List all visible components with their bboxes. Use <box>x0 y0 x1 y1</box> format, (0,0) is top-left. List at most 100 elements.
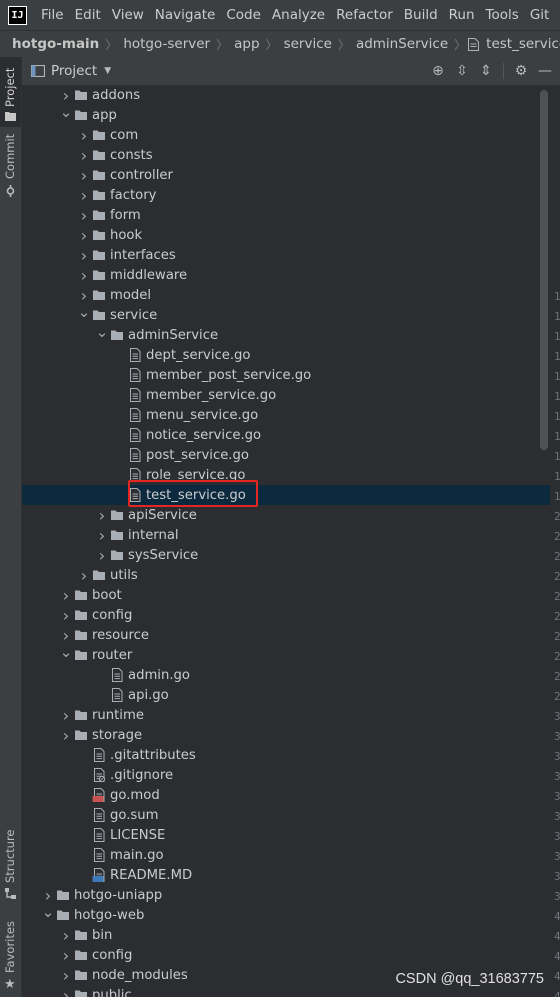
tree-folder-row[interactable]: ⌄ app <box>22 103 550 125</box>
menu-run[interactable]: Run <box>444 7 481 23</box>
chevron-right-icon[interactable]: › <box>58 986 74 997</box>
tree-folder-row[interactable]: › consts <box>22 145 550 165</box>
breadcrumb-item[interactable]: adminService <box>352 36 452 52</box>
tree-folder-row[interactable]: › com <box>22 125 550 145</box>
chevron-down-icon[interactable]: ⌄ <box>58 643 74 661</box>
menu-view[interactable]: View <box>107 7 150 23</box>
tree-folder-row[interactable]: › boot <box>22 585 550 605</box>
chevron-right-icon[interactable]: › <box>58 706 74 725</box>
tree-folder-row[interactable]: › runtime <box>22 705 550 725</box>
tree-file-row[interactable]: ›go.mod <box>22 785 550 805</box>
tree-scrollbar[interactable] <box>540 90 548 450</box>
tree-folder-row[interactable]: › factory <box>22 185 550 205</box>
gear-icon[interactable]: ⚙ <box>514 63 528 79</box>
chevron-right-icon[interactable]: › <box>76 146 92 165</box>
expand-all-icon[interactable]: ⇳ <box>455 63 469 79</box>
tree-folder-row[interactable]: › form <box>22 205 550 225</box>
menu-tools[interactable]: Tools <box>481 7 525 23</box>
tree-file-row[interactable]: ›member_service.go <box>22 385 550 405</box>
tree-folder-row[interactable]: › sysService <box>22 545 550 565</box>
tree-folder-row[interactable]: › config <box>22 945 550 965</box>
locate-icon[interactable]: ⊕ <box>431 63 445 79</box>
tree-file-row[interactable]: ›role_service.go <box>22 465 550 485</box>
tree-file-row[interactable]: ›.gitattributes <box>22 745 550 765</box>
breadcrumb-item[interactable]: app <box>230 36 263 52</box>
breadcrumb-item[interactable]: hotgo-server <box>119 36 214 52</box>
tree-folder-row[interactable]: ⌄ router <box>22 643 550 665</box>
tree-folder-row[interactable]: › apiService <box>22 505 550 525</box>
chevron-right-icon[interactable]: › <box>76 246 92 265</box>
menu-window[interactable]: Window <box>555 7 560 23</box>
tree-file-row[interactable]: ›LICENSE <box>22 825 550 845</box>
breadcrumb-item[interactable]: test_service.go <box>468 36 560 52</box>
tree-folder-row[interactable]: › resource <box>22 625 550 645</box>
menu-analyze[interactable]: Analyze <box>267 7 331 23</box>
tree-folder-row[interactable]: › interfaces <box>22 245 550 265</box>
tree-item-label: hotgo-uniapp <box>74 887 163 903</box>
tree-file-row[interactable]: ›.gitignore <box>22 765 550 785</box>
menu-navigate[interactable]: Navigate <box>150 7 222 23</box>
tree-folder-row[interactable]: ⌄ adminService <box>22 323 550 345</box>
menu-bar: IJ File Edit View Navigate Code Analyze Refact… <box>0 0 560 30</box>
tree-file-row[interactable]: ›README.MD <box>22 865 550 885</box>
chevron-down-icon[interactable]: ⌄ <box>76 303 92 321</box>
chevron-right-icon[interactable]: › <box>76 166 92 185</box>
commit-tool-button[interactable]: Commit <box>0 134 21 201</box>
structure-tool-button[interactable]: Structure <box>0 827 21 902</box>
chevron-down-icon[interactable]: ⌄ <box>94 323 110 341</box>
tree-file-row[interactable]: ›main.go <box>22 845 550 865</box>
breadcrumb-item[interactable]: hotgo-main <box>0 36 103 52</box>
menu-refactor[interactable]: Refactor <box>331 7 399 23</box>
menu-file[interactable]: File <box>36 7 70 23</box>
chevron-right-icon[interactable]: › <box>94 526 110 545</box>
chevron-right-icon[interactable]: › <box>76 186 92 205</box>
chevron-right-icon[interactable]: › <box>94 546 110 565</box>
minimize-icon[interactable]: — <box>538 63 552 79</box>
tree-folder-row[interactable]: › hotgo-uniapp <box>22 885 550 905</box>
chevron-right-icon[interactable]: › <box>76 126 92 145</box>
chevron-right-icon[interactable]: › <box>58 606 74 625</box>
chevron-right-icon[interactable]: › <box>76 206 92 225</box>
chevron-right-icon[interactable]: › <box>58 966 74 985</box>
tree-folder-row[interactable]: › storage <box>22 725 550 745</box>
chevron-right-icon[interactable]: › <box>94 506 110 525</box>
chevron-right-icon[interactable]: › <box>58 726 74 745</box>
tree-folder-row[interactable]: › addons <box>22 85 550 105</box>
project-tool-button[interactable]: Project <box>0 57 21 127</box>
tree-folder-row[interactable]: › utils <box>22 565 550 585</box>
menu-git[interactable]: Git <box>525 7 556 23</box>
tree-folder-row[interactable]: › hook <box>22 225 550 245</box>
chevron-right-icon[interactable]: › <box>76 226 92 245</box>
chevron-right-icon[interactable]: › <box>58 946 74 965</box>
tree-file-row[interactable]: ›test_service.go <box>22 485 550 505</box>
tree-file-row[interactable]: ›go.sum <box>22 805 550 825</box>
favorites-tool-button[interactable]: Favorites ★ <box>0 915 21 995</box>
breadcrumb-item[interactable]: service <box>280 36 336 52</box>
tree-file-row[interactable]: ›api.go <box>22 685 550 705</box>
tree-file-row[interactable]: ›menu_service.go <box>22 405 550 425</box>
chevron-down-icon[interactable]: ⌄ <box>58 103 74 121</box>
tree-folder-row[interactable]: › bin <box>22 925 550 945</box>
menu-build[interactable]: Build <box>399 7 444 23</box>
tree-file-row[interactable]: ›admin.go <box>22 665 550 685</box>
folder-icon <box>92 248 110 262</box>
collapse-all-icon[interactable]: ⇕ <box>479 63 493 79</box>
chevron-right-icon[interactable]: › <box>58 926 74 945</box>
chevron-right-icon[interactable]: › <box>58 586 74 605</box>
tree-folder-row[interactable]: › internal <box>22 525 550 545</box>
tree-file-row[interactable]: ›notice_service.go <box>22 425 550 445</box>
menu-edit[interactable]: Edit <box>70 7 107 23</box>
tree-file-row[interactable]: ›member_post_service.go <box>22 365 550 385</box>
chevron-right-icon[interactable]: › <box>76 266 92 285</box>
menu-code[interactable]: Code <box>221 7 267 23</box>
tree-file-row[interactable]: ›post_service.go <box>22 445 550 465</box>
tree-folder-row[interactable]: › middleware <box>22 265 550 285</box>
chevron-down-icon[interactable]: ⌄ <box>40 903 56 921</box>
chevron-down-icon[interactable]: ▼ <box>104 66 111 76</box>
tree-folder-row[interactable]: › config <box>22 605 550 625</box>
tree-folder-row[interactable]: › model <box>22 285 550 305</box>
tree-folder-row[interactable]: › controller <box>22 165 550 185</box>
chevron-right-icon[interactable]: › <box>76 566 92 585</box>
tree-file-row[interactable]: ›dept_service.go <box>22 345 550 365</box>
tree-folder-row[interactable]: ⌄ hotgo-web <box>22 903 550 925</box>
